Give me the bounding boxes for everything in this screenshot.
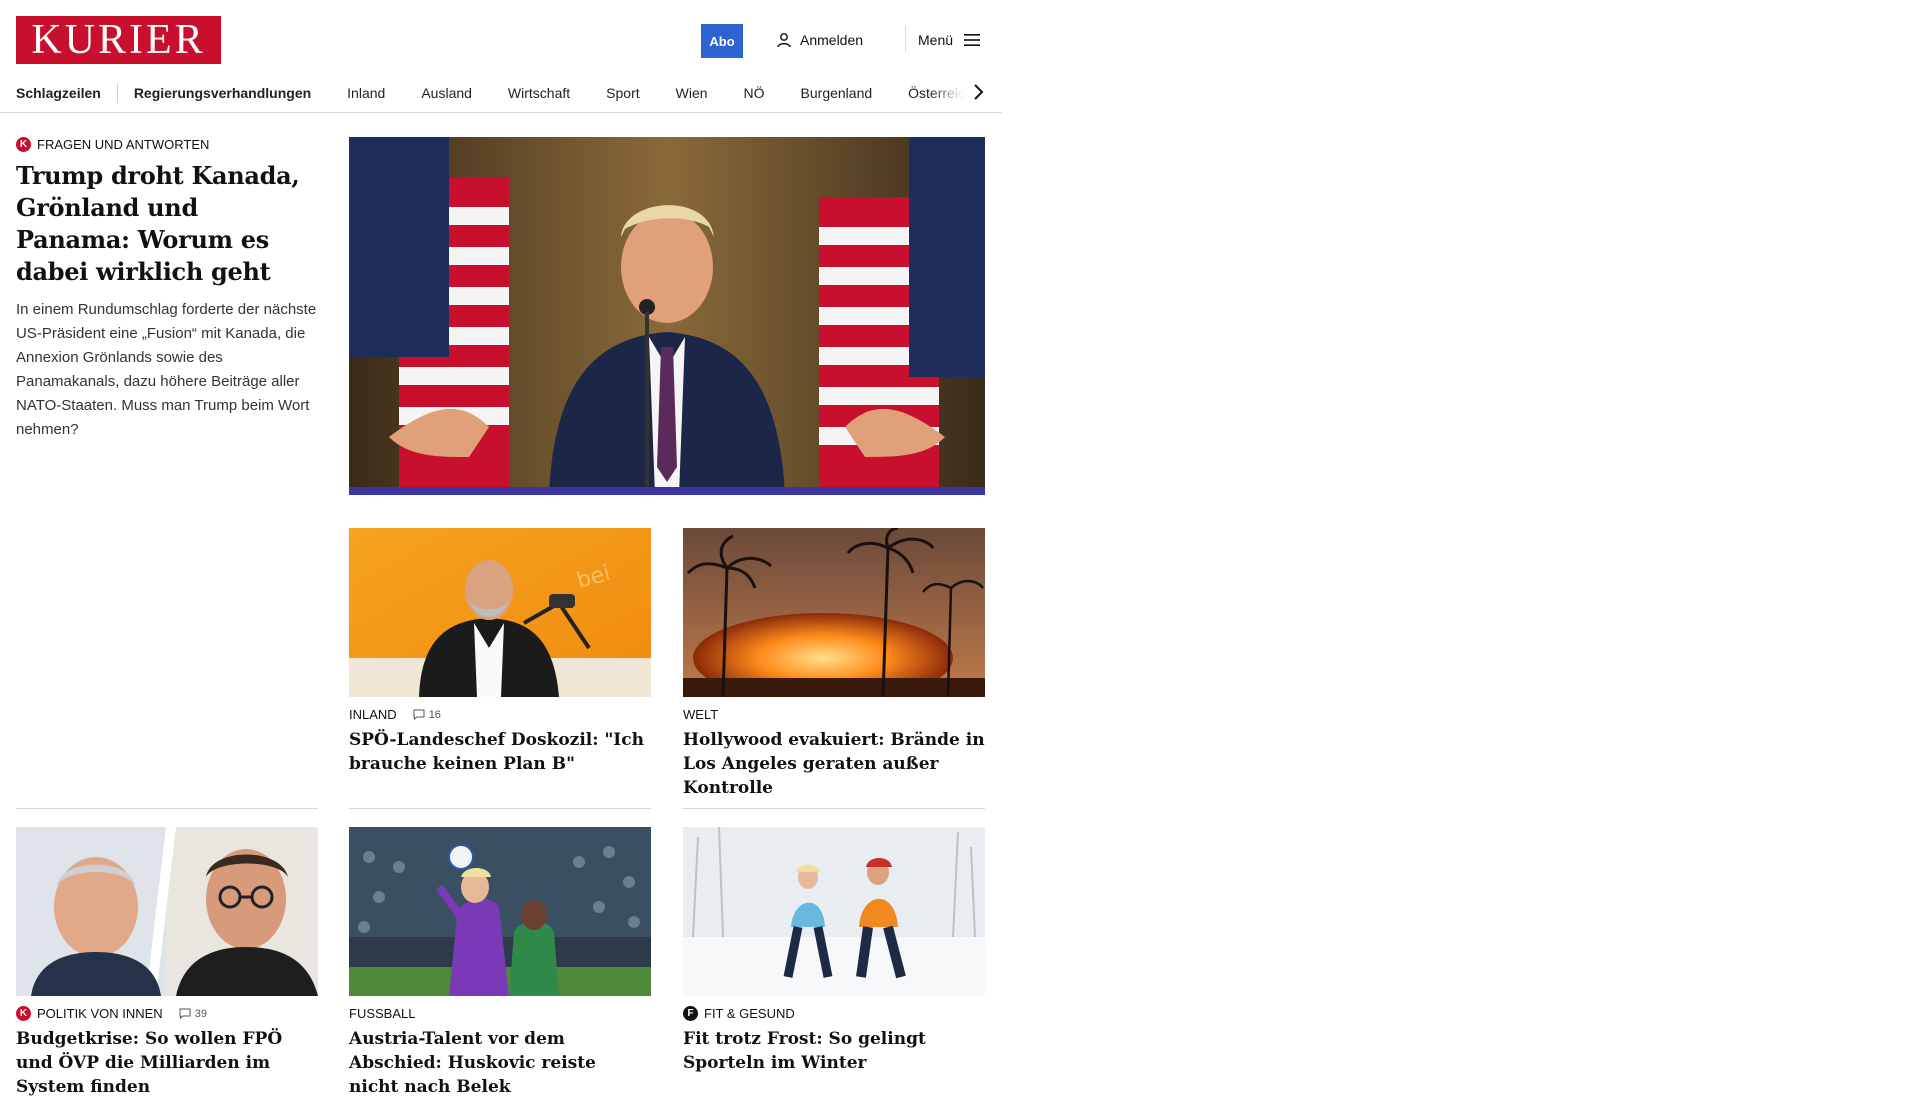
fit-gesund-icon: f [683, 1006, 698, 1021]
lead-teaser: In einem Rundumschlag forderte der nächs… [16, 301, 317, 438]
article-thumbnail[interactable] [16, 827, 318, 996]
divider [349, 808, 651, 809]
article-kicker: f FIT & GESUND [683, 1006, 985, 1021]
football-photo [349, 827, 651, 996]
article-title[interactable]: Austria-Talent vor dem Abschied: Huskovi… [349, 1027, 651, 1099]
nav-item-noe[interactable]: NÖ [744, 85, 765, 101]
section-nav: Schlagzeilen Regierungsverhandlungen Inl… [0, 74, 1002, 113]
article-title[interactable]: Budgetkrise: So wollen FPÖ und ÖVP die M… [16, 1027, 318, 1099]
article-kicker: INLAND 16 [349, 707, 651, 722]
article-title[interactable]: SPÖ-Landeschef Doskozil: "Ich brauche ke… [349, 728, 651, 776]
nav-item-ausland[interactable]: Ausland [421, 85, 472, 101]
comment-count[interactable]: 16 [413, 709, 441, 721]
comment-icon [179, 1008, 191, 1019]
nav-item-wien[interactable]: Wien [676, 85, 708, 101]
comment-icon [413, 709, 425, 720]
article-thumbnail[interactable] [349, 827, 651, 996]
lead-kicker-label: FRAGEN UND ANTWORTEN [37, 137, 210, 152]
login-label: Anmelden [800, 32, 864, 48]
comment-count[interactable]: 39 [179, 1008, 207, 1020]
nav-item-schlagzeilen[interactable]: Schlagzeilen [16, 85, 101, 101]
login-button[interactable]: Anmelden [776, 28, 863, 52]
article-kicker-label: POLITIK VON INNEN [37, 1006, 163, 1021]
article-kicker: K POLITIK VON INNEN 39 [16, 1006, 318, 1021]
article-title[interactable]: Hollywood evakuiert: Brände in Los Angel… [683, 728, 985, 800]
winter-run-photo [683, 827, 985, 996]
article-kicker-label: WELT [683, 707, 719, 722]
nav-item-burgenland[interactable]: Burgenland [801, 85, 873, 101]
lead-article: K FRAGEN UND ANTWORTEN Trump droht Kanad… [16, 137, 318, 442]
divider [683, 808, 985, 809]
kurier-logo[interactable]: KURIER [16, 16, 221, 64]
article-card: FUSSBALL Austria-Talent vor dem Abschied… [349, 827, 651, 1099]
lead-kicker: K FRAGEN UND ANTWORTEN [16, 137, 318, 152]
kurier-k-icon: K [16, 137, 31, 152]
article-thumbnail[interactable] [683, 827, 985, 996]
lead-photo [349, 137, 985, 495]
nav-item-inland[interactable]: Inland [347, 85, 385, 101]
fire-photo [683, 528, 985, 697]
article-kicker: WELT [683, 707, 985, 722]
lead-image[interactable] [349, 137, 985, 495]
chevron-right-icon[interactable] [968, 82, 988, 102]
comment-count-value: 39 [194, 1007, 207, 1020]
article-kicker-label: INLAND [349, 707, 397, 722]
article-card: f FIT & GESUND Fit trotz Frost: So gelin… [683, 827, 985, 1075]
lead-title[interactable]: Trump droht Kanada, Grönland und Panama:… [16, 160, 318, 288]
article-thumbnail[interactable]: bei [349, 528, 651, 697]
nav-item-wirtschaft[interactable]: Wirtschaft [508, 85, 570, 101]
divider [16, 808, 318, 809]
article-kicker-label: FUSSBALL [349, 1006, 416, 1021]
article-card: bei INLAND 16 SPÖ-Landeschef Doskozil: "… [349, 528, 651, 776]
article-thumbnail[interactable] [683, 528, 985, 697]
header-divider [905, 26, 906, 52]
article-card: WELT Hollywood evakuiert: Brände in Los … [683, 528, 985, 800]
article-kicker: FUSSBALL [349, 1006, 651, 1021]
kurier-k-icon: K [16, 1006, 31, 1021]
nav-item-sport[interactable]: Sport [606, 85, 639, 101]
article-kicker-label: FIT & GESUND [704, 1006, 795, 1021]
article-card: K POLITIK VON INNEN 39 Budgetkrise: So w… [16, 827, 318, 1099]
politicians-photo [16, 827, 318, 996]
nav-divider [116, 83, 118, 103]
article-title[interactable]: Fit trotz Frost: So gelingt Sporteln im … [683, 1027, 985, 1075]
hamburger-icon [964, 34, 981, 46]
comment-count-value: 16 [428, 708, 441, 721]
menu-label: Menü [918, 32, 954, 48]
menu-button[interactable]: Menü [918, 28, 981, 52]
abo-button[interactable]: Abo [701, 24, 743, 58]
user-icon [777, 33, 791, 48]
doskozil-photo: bei [349, 528, 651, 697]
nav-item-regierungsverhandlungen[interactable]: Regierungsverhandlungen [134, 85, 311, 101]
